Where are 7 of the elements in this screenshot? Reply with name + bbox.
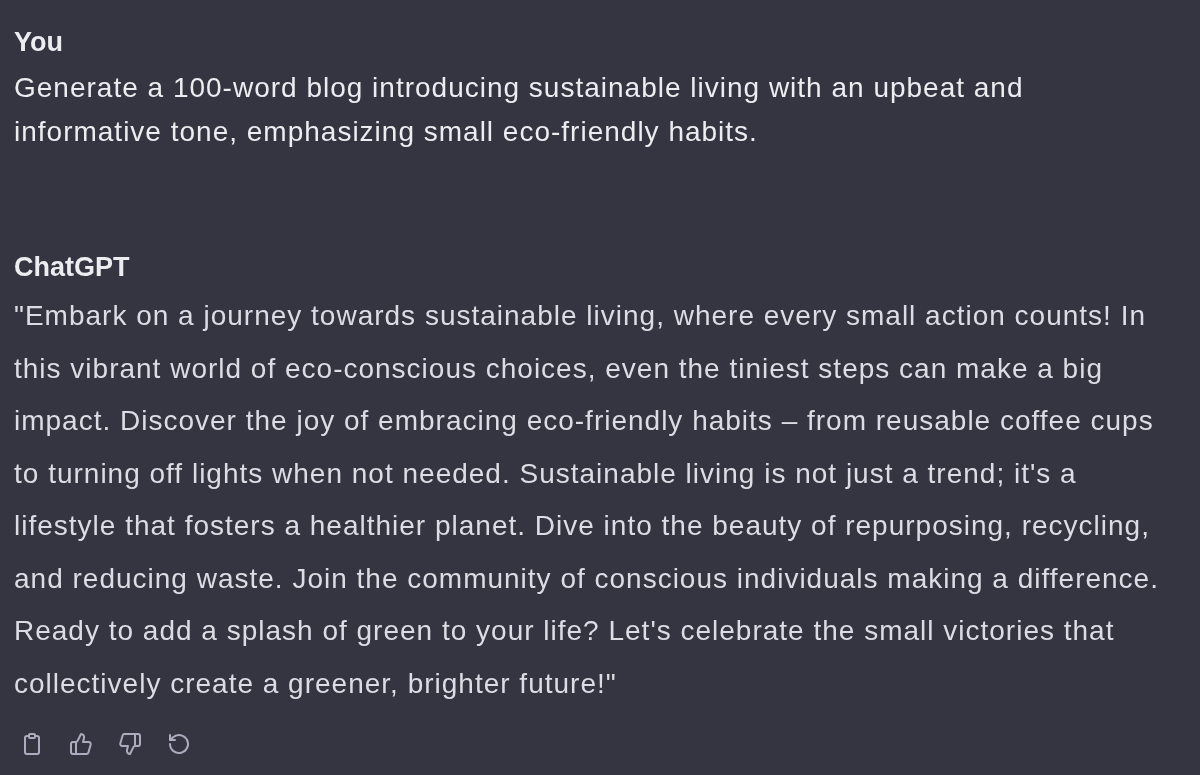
- thumbs-up-icon[interactable]: [69, 732, 93, 756]
- message-text: Generate a 100-word blog introducing sustainable living with an upbeat and informative tone, emphasizing small eco-friendly habits.: [14, 71, 1025, 149]
- author-name: You: [14, 26, 64, 59]
- author-name: ChatGPT: [14, 251, 131, 284]
- thumbs-down-icon[interactable]: [118, 732, 142, 756]
- message-text: "Embark on a journey towards sustainable living, where every small action counts! In this vibrant world of eco-conscious choices, even the tiniest steps can make a big impact. Discover the joy of embracing eco-friendly habits – from reusable coffee cups to turning off lights when not needed. Sustainable living is not just a trend; it's a lifestyle that fosters a healthier planet. Dive into the beauty of repurposing, recycling, and reducing waste. Join the community of conscious individuals making a difference. Ready to add a splash of green to your life? Let's celebrate the small victories that collectively create a greener, brighter future!": [14, 299, 1160, 701]
- regenerate-icon[interactable]: [167, 732, 191, 756]
